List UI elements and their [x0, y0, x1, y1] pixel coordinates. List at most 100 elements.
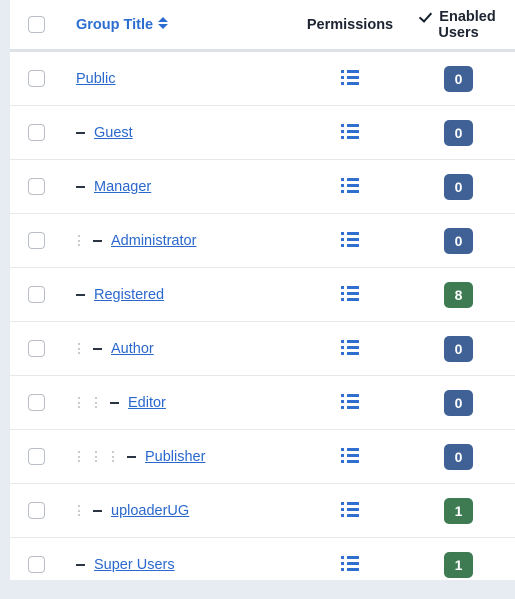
permissions-cell [298, 213, 402, 268]
row-select-cell [10, 159, 68, 214]
group-title-wrapper: Editor [76, 395, 298, 411]
group-title-link[interactable]: Manager [94, 179, 151, 195]
list-icon[interactable] [341, 393, 359, 409]
group-title-wrapper: Administrator [76, 233, 298, 249]
enabled-users-cell: 0 [402, 159, 515, 214]
group-title-link[interactable]: Publisher [145, 449, 205, 465]
indent-dash-icon [93, 239, 102, 242]
sort-updown-icon[interactable] [158, 16, 169, 30]
permissions-cell [298, 267, 402, 322]
enabled-users-badge: 0 [444, 227, 473, 254]
enabled-users-cell: 0 [402, 50, 515, 106]
indent-dots-icon [110, 449, 115, 463]
row-select-cell [10, 537, 68, 580]
user-groups-table-container: Group Title Permissions Enabled Users Pu… [10, 0, 515, 580]
permissions-cell [298, 105, 402, 160]
group-title-wrapper: Manager [76, 179, 298, 195]
list-icon[interactable] [341, 447, 359, 463]
table-row: Publisher 0 [10, 429, 515, 484]
list-icon[interactable] [341, 501, 359, 517]
row-checkbox[interactable] [28, 448, 45, 466]
group-title-link[interactable]: Editor [128, 395, 166, 411]
table-row: Guest 0 [10, 105, 515, 160]
indent-dash-icon [76, 293, 85, 296]
list-icon[interactable] [341, 177, 359, 193]
enabled-users-cell: 0 [402, 105, 515, 160]
group-title-cell: Administrator [68, 213, 298, 268]
row-checkbox[interactable] [28, 394, 45, 412]
row-select-cell [10, 267, 68, 322]
row-select-cell [10, 50, 68, 106]
enabled-users-cell: 1 [402, 537, 515, 580]
list-icon[interactable] [341, 123, 359, 139]
enabled-users-badge: 1 [444, 497, 473, 524]
indent-dots-icon [76, 503, 81, 517]
group-title-wrapper: Public [76, 71, 298, 87]
enabled-users-badge: 0 [444, 65, 473, 92]
sort-by-group-title-link[interactable]: Group Title [76, 16, 169, 33]
column-header-enabled-users-label: Enabled Users [438, 8, 496, 41]
row-checkbox[interactable] [28, 178, 45, 196]
group-title-cell: Manager [68, 159, 298, 214]
group-title-cell: uploaderUG [68, 483, 298, 538]
table-header: Group Title Permissions Enabled Users [10, 0, 515, 52]
group-title-cell: Public [68, 50, 298, 106]
list-icon[interactable] [341, 231, 359, 247]
table-row: Public 0 [10, 50, 515, 106]
indent-dash-icon [110, 401, 119, 404]
indent-dots-icon [93, 449, 98, 463]
enabled-users-badge: 0 [444, 119, 473, 146]
permissions-cell [298, 375, 402, 430]
row-select-cell [10, 483, 68, 538]
group-title-cell: Editor [68, 375, 298, 430]
enabled-users-badge: 1 [444, 551, 473, 578]
row-checkbox[interactable] [28, 124, 45, 142]
select-all-checkbox[interactable] [28, 16, 45, 33]
row-select-cell [10, 321, 68, 376]
group-title-link[interactable]: Super Users [94, 557, 175, 573]
row-checkbox[interactable] [28, 556, 45, 574]
row-checkbox[interactable] [28, 232, 45, 250]
indent-dash-icon [76, 563, 85, 566]
permissions-cell [298, 50, 402, 106]
group-title-link[interactable]: Administrator [111, 233, 196, 249]
table-row: Registered 8 [10, 267, 515, 322]
group-title-wrapper: Guest [76, 125, 298, 141]
row-checkbox[interactable] [28, 70, 45, 88]
row-select-cell [10, 429, 68, 484]
indent-dots-icon [93, 395, 98, 409]
indent-dots-icon [76, 449, 81, 463]
enabled-users-cell: 1 [402, 483, 515, 538]
permissions-cell [298, 321, 402, 376]
table-row: Author 0 [10, 321, 515, 376]
row-checkbox[interactable] [28, 502, 45, 520]
group-title-cell: Registered [68, 267, 298, 322]
enabled-users-cell: 8 [402, 267, 515, 322]
permissions-cell [298, 483, 402, 538]
group-title-wrapper: Registered [76, 287, 298, 303]
group-title-link[interactable]: uploaderUG [111, 503, 189, 519]
list-icon[interactable] [341, 69, 359, 85]
enabled-users-cell: 0 [402, 375, 515, 430]
group-title-wrapper: Publisher [76, 449, 298, 465]
list-icon[interactable] [341, 285, 359, 301]
table-row: Administrator 0 [10, 213, 515, 268]
indent-dots-icon [76, 233, 81, 247]
indent-dash-icon [76, 185, 85, 188]
row-checkbox[interactable] [28, 286, 45, 304]
group-title-link[interactable]: Guest [94, 125, 133, 141]
table-row: Manager 0 [10, 159, 515, 214]
table-row: uploaderUG 1 [10, 483, 515, 538]
group-title-link[interactable]: Public [76, 71, 116, 87]
list-icon[interactable] [341, 555, 359, 571]
enabled-users-badge: 0 [444, 443, 473, 470]
column-header-enabled-users: Enabled Users [402, 0, 515, 52]
group-title-link[interactable]: Author [111, 341, 154, 357]
row-checkbox[interactable] [28, 340, 45, 358]
group-title-link[interactable]: Registered [94, 287, 164, 303]
permissions-cell [298, 159, 402, 214]
group-title-wrapper: Super Users [76, 557, 298, 573]
indent-dash-icon [93, 509, 102, 512]
table-body: Public 0 Guest 0 Manager 0 Administrator 0 Regis… [10, 50, 515, 580]
list-icon[interactable] [341, 339, 359, 355]
